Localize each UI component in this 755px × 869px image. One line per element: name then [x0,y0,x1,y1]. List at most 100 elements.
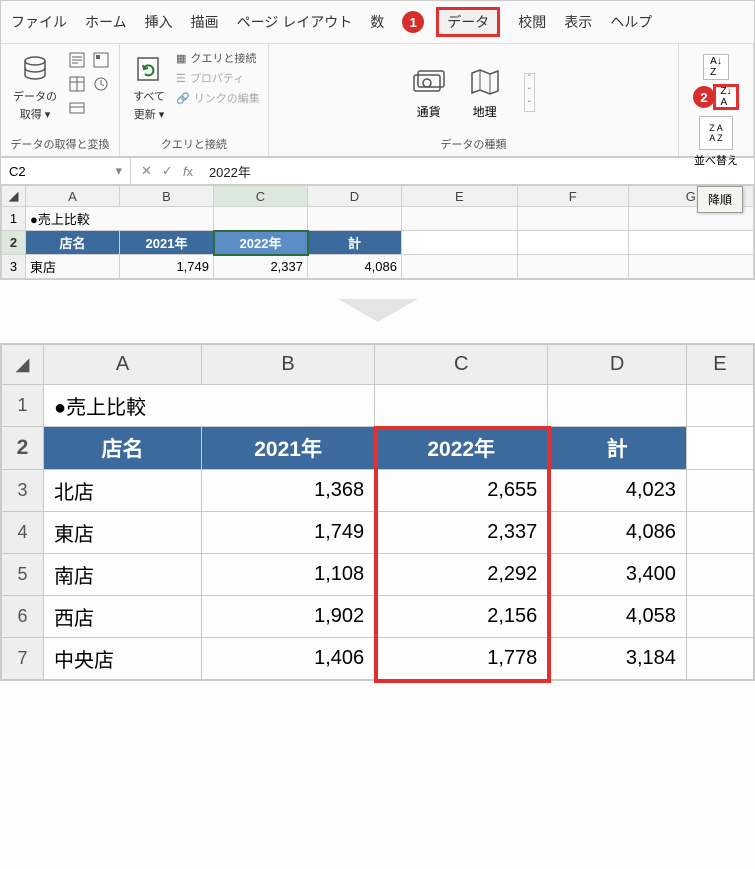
row2-header-1[interactable]: 1 [2,385,44,427]
menu-home[interactable]: ホーム [85,12,127,32]
menu-draw[interactable]: 描画 [191,12,219,32]
cell2-6-total[interactable]: 4,058 [548,596,687,638]
currency-type-button[interactable]: 通貨 [412,65,446,120]
select-all-corner[interactable]: ◢ [2,186,26,207]
cell2-4-name[interactable]: 東店 [44,512,202,554]
name-box[interactable]: C2 ▾ [1,158,131,184]
data-types-scroll[interactable]: ˆ ˇ ˇ [524,73,535,112]
cell2-6-2021[interactable]: 1,902 [202,596,375,638]
cell2-5-total[interactable]: 3,400 [548,554,687,596]
queries-connections-button[interactable]: ▦ クエリと接続 [176,50,260,66]
existing-connections-icon[interactable] [67,98,87,118]
properties-button[interactable]: ☰ プロパティ [176,70,260,86]
cell2-title[interactable]: ●売上比較 [44,385,375,427]
geography-type-button[interactable]: 地理 [468,65,502,120]
hdr-name[interactable]: 店名 [26,231,120,255]
formula-value[interactable]: 2022年 [209,162,251,181]
refresh-all-button[interactable]: すべて 更新 ▾ [128,50,170,124]
cell2-3-2021[interactable]: 1,368 [202,470,375,512]
worksheet-after[interactable]: ◢ A B C D E 1 ●売上比較 2 店名 2021年 2022年 計 3… [1,344,754,680]
row2-header-6[interactable]: 6 [2,596,44,638]
cell2-7-total[interactable]: 3,184 [548,638,687,680]
hdr2-name[interactable]: 店名 [44,427,202,470]
cell2-6-2022[interactable]: 2,156 [375,596,548,638]
scroll-more-icon[interactable]: ˇ [525,100,534,111]
row2-header-4[interactable]: 4 [2,512,44,554]
col2-A[interactable]: A [44,345,202,385]
cell2-4-total[interactable]: 4,086 [548,512,687,554]
cell2-7-2021[interactable]: 1,406 [202,638,375,680]
row-header-1[interactable]: 1 [2,207,26,231]
col-header-C[interactable]: C [214,186,308,207]
col-header-E[interactable]: E [402,186,518,207]
cell2-7-2022[interactable]: 1,778 [375,638,548,680]
scroll-down-icon[interactable]: ˇ [525,87,534,98]
worksheet-before[interactable]: ◢ A B C D E F G 1 ●売上比較 2 店名 2021年 2022年… [1,185,754,279]
cell2-6-name[interactable]: 西店 [44,596,202,638]
get-data-button[interactable]: データの 取得 ▾ [9,50,61,124]
col2-C[interactable]: C [375,345,548,385]
excel-window-top: ファイル ホーム 挿入 描画 ページ レイアウト 数 1 データ 校閲 表示 ヘ… [0,0,755,280]
hdr-total[interactable]: 計 [308,231,402,255]
ribbon-group-queries: すべて 更新 ▾ ▦ クエリと接続 ☰ プロパティ 🔗 リンクの編集 [120,44,269,156]
name-box-dropdown-icon[interactable]: ▾ [115,163,122,179]
cell-title[interactable]: ●売上比較 [26,207,214,231]
sort-descending-button[interactable]: Z↓A [713,84,739,110]
row2-header-7[interactable]: 7 [2,638,44,680]
hdr2-2022[interactable]: 2022年 [375,427,548,470]
col-header-A[interactable]: A [26,186,120,207]
menu-review[interactable]: 校閲 [518,12,546,32]
enter-icon[interactable]: ✓ [162,163,173,179]
sort-label: 並べ替え [694,152,738,168]
cell2-5-2022[interactable]: 2,292 [375,554,548,596]
cancel-icon[interactable]: ✕ [141,163,152,179]
col-header-D[interactable]: D [308,186,402,207]
cell-r3-name[interactable]: 東店 [26,255,120,279]
from-text-icon[interactable] [67,50,87,70]
cell2-5-name[interactable]: 南店 [44,554,202,596]
cell2-4-2022[interactable]: 2,337 [375,512,548,554]
hdr-2022[interactable]: 2022年 [214,231,308,255]
cell2-7-name[interactable]: 中央店 [44,638,202,680]
edit-links-button[interactable]: 🔗 リンクの編集 [176,90,260,106]
cell-r3-total[interactable]: 4,086 [308,255,402,279]
transition-arrow [0,294,755,329]
recent-sources-icon[interactable] [91,74,111,94]
cell-r3-2022[interactable]: 2,337 [214,255,308,279]
row2-header-5[interactable]: 5 [2,554,44,596]
hdr2-total[interactable]: 計 [548,427,687,470]
row2-header-3[interactable]: 3 [2,470,44,512]
row-header-2[interactable]: 2 [2,231,26,255]
cell2-3-2022[interactable]: 2,655 [375,470,548,512]
cell2-4-2021[interactable]: 1,749 [202,512,375,554]
hdr-2021[interactable]: 2021年 [120,231,214,255]
menu-data[interactable]: データ [436,7,500,37]
cell-r3-2021[interactable]: 1,749 [120,255,214,279]
menu-formulas-partial[interactable]: 数 [370,12,384,32]
menu-bar: ファイル ホーム 挿入 描画 ページ レイアウト 数 1 データ 校閲 表示 ヘ… [1,1,754,44]
row-header-3[interactable]: 3 [2,255,26,279]
menu-insert[interactable]: 挿入 [145,12,173,32]
cell2-5-2021[interactable]: 1,108 [202,554,375,596]
hdr2-2021[interactable]: 2021年 [202,427,375,470]
cell2-3-total[interactable]: 4,023 [548,470,687,512]
menu-help[interactable]: ヘルプ [610,12,652,32]
sort-ascending-button[interactable]: A↓Z [703,54,729,80]
row2-header-2[interactable]: 2 [2,427,44,470]
select-all-corner-2[interactable]: ◢ [2,345,44,385]
scroll-up-icon[interactable]: ˆ [525,74,534,85]
cell2-3-name[interactable]: 北店 [44,470,202,512]
from-web-icon[interactable] [91,50,111,70]
map-icon [468,65,502,99]
col2-B[interactable]: B [202,345,375,385]
col2-E[interactable]: E [686,345,753,385]
fx-icon[interactable]: fx [183,164,193,179]
col-header-B[interactable]: B [120,186,214,207]
menu-view[interactable]: 表示 [564,12,592,32]
col2-D[interactable]: D [548,345,687,385]
from-table-icon[interactable] [67,74,87,94]
sort-dialog-button[interactable]: Z AA Z [699,116,733,150]
menu-file[interactable]: ファイル [11,12,67,32]
menu-page-layout[interactable]: ページ レイアウト [237,12,353,32]
col-header-F[interactable]: F [517,186,628,207]
